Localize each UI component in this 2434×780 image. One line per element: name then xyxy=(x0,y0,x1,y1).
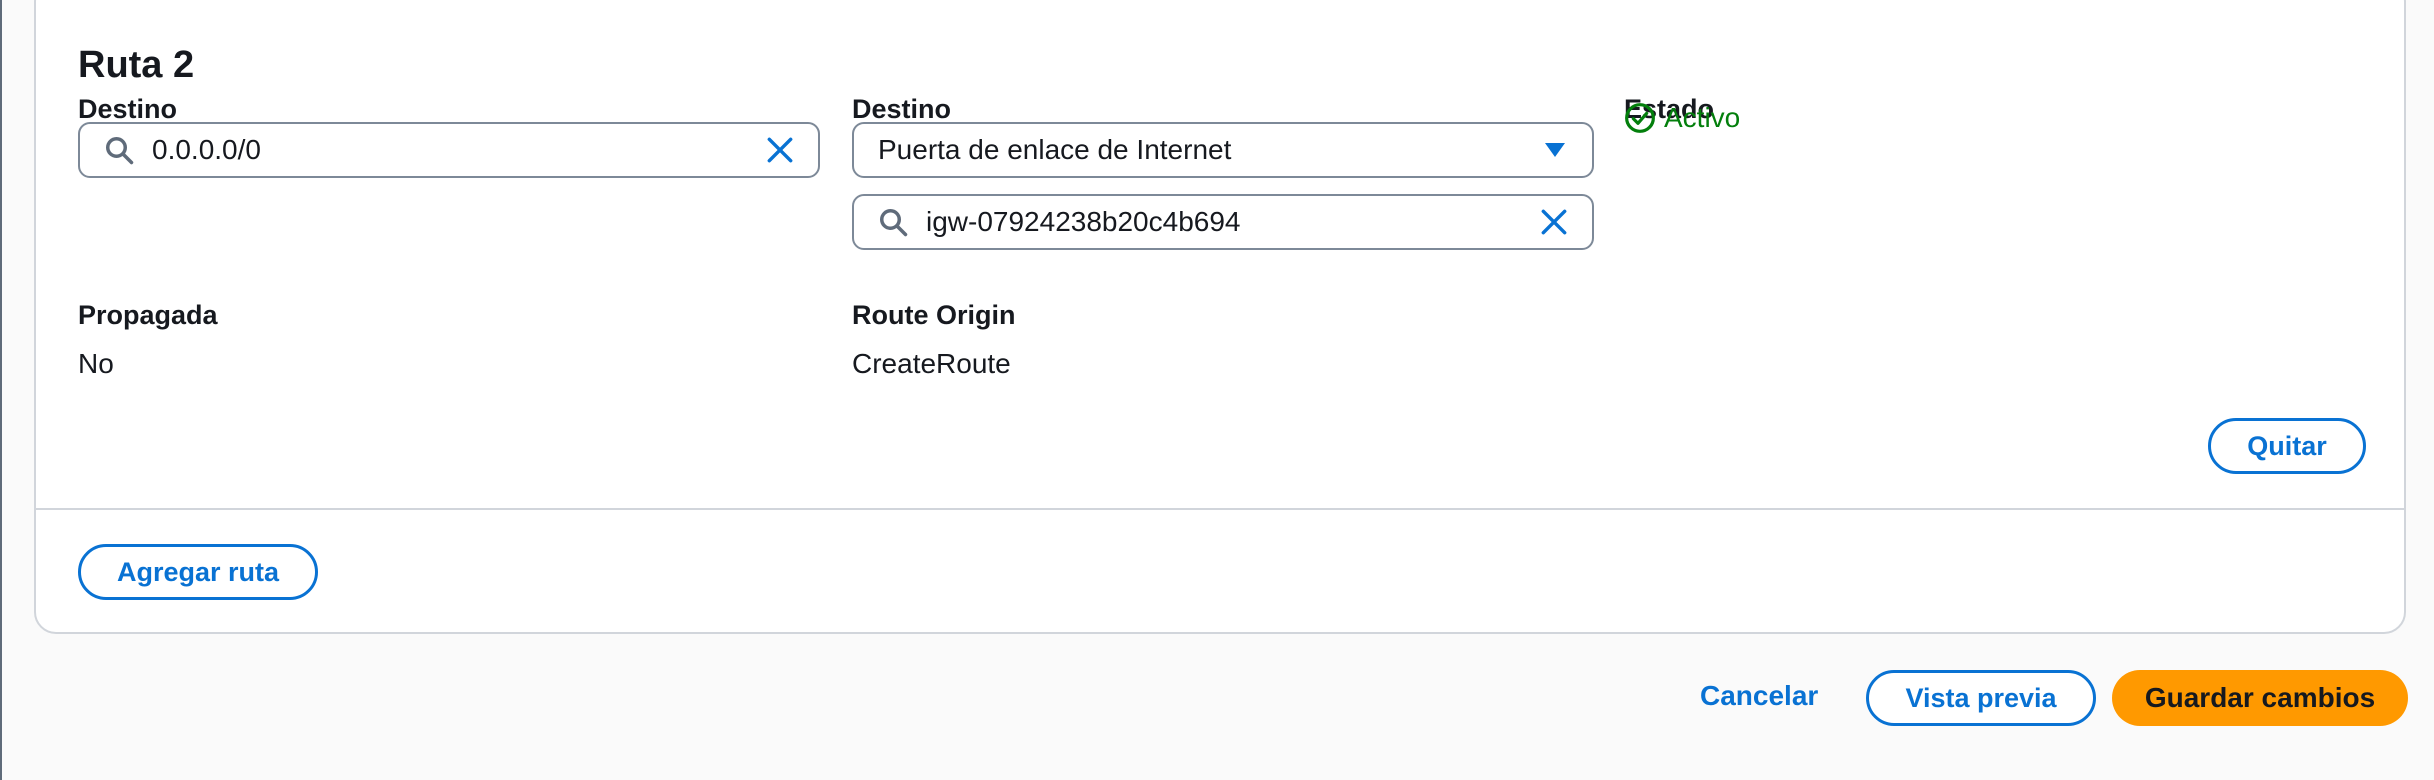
target-id-input[interactable]: igw-07924238b20c4b694 xyxy=(852,194,1594,250)
target-id-value: igw-07924238b20c4b694 xyxy=(926,206,1241,237)
status-badge: Activo xyxy=(1624,102,1740,134)
destination-label: Destino xyxy=(78,94,178,124)
propagated-label: Propagada xyxy=(78,300,218,330)
close-icon[interactable] xyxy=(1538,206,1570,238)
cancel-button[interactable]: Cancelar xyxy=(1700,680,1818,712)
search-icon xyxy=(880,209,908,237)
remove-route-button[interactable]: Quitar xyxy=(2208,418,2366,474)
preview-button[interactable]: Vista previa xyxy=(1866,670,2096,726)
check-circle-icon xyxy=(1625,103,1655,133)
destination-input[interactable]: 0.0.0.0/0 xyxy=(78,122,820,178)
route-origin-value: CreateRoute xyxy=(852,348,1011,379)
target-label: Destino xyxy=(852,94,952,124)
close-icon[interactable] xyxy=(764,134,796,166)
destination-value: 0.0.0.0/0 xyxy=(152,134,261,165)
route-card: Ruta 2 Destino 0.0.0.0/0 Destino Puerta … xyxy=(34,0,2406,634)
target-type-value: Puerta de enlace de Internet xyxy=(878,134,1232,165)
target-type-select[interactable]: Puerta de enlace de Internet xyxy=(852,122,1594,178)
status-value: Activo xyxy=(1664,102,1741,133)
left-border xyxy=(0,0,2,780)
caret-down-icon xyxy=(1545,143,1565,157)
route-title: Ruta 2 xyxy=(78,44,195,86)
card-divider xyxy=(36,508,2404,510)
search-icon xyxy=(106,137,134,165)
add-route-button[interactable]: Agregar ruta xyxy=(78,544,318,600)
propagated-value: No xyxy=(78,348,114,379)
save-changes-button[interactable]: Guardar cambios xyxy=(2112,670,2408,726)
route-origin-label: Route Origin xyxy=(852,300,1016,330)
